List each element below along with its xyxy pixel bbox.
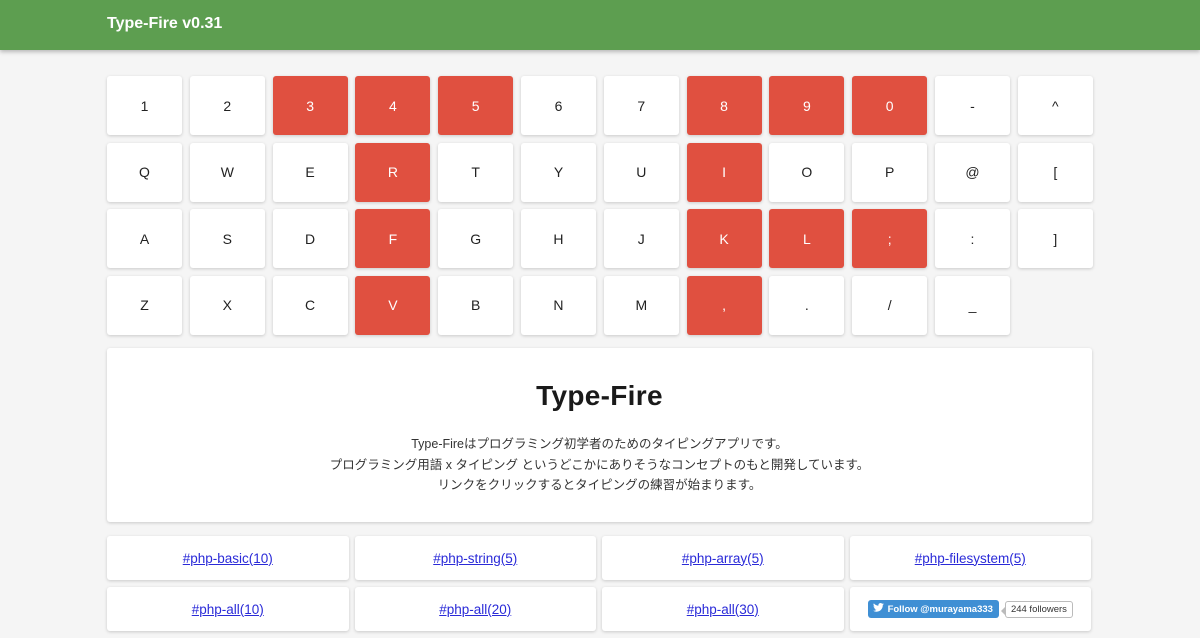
key-3-1[interactable]: X (189, 275, 265, 335)
keyboard: 1 2 3 4 5 6 7 8 9 0- ^ Q W E R T Y U I O P @[ A S D F G H J K L;:] Z X C V… (107, 76, 1101, 342)
twitter-follow-label: Follow @murayama333 (887, 603, 993, 615)
key-3-5[interactable]: N (520, 275, 596, 335)
key-2-5[interactable]: H (520, 209, 596, 268)
key-1-7[interactable]: I (686, 142, 762, 202)
link-row: #php-basic(10) #php-string(5) #php-array… (107, 536, 1097, 580)
twitter-bird-icon (872, 603, 884, 615)
intro-card: Type-Fire Type-Fireはプログラミング初学者のためのタイピングア… (107, 348, 1092, 522)
course-links: #php-basic(10) #php-string(5) #php-array… (107, 536, 1097, 638)
twitter-follower-count[interactable]: 244 followers (1000, 600, 1073, 618)
link-card: #php-basic(10) (107, 536, 349, 580)
keyboard-row: Z X C V B N M,. / _ (107, 275, 1101, 335)
twitter-card: Follow @murayama333 244 followers (849, 587, 1091, 631)
key-0-0[interactable]: 1 (107, 76, 182, 135)
key-1-9[interactable]: P (852, 142, 928, 202)
course-link-php-string[interactable]: #php-string(5) (433, 551, 517, 566)
key-2-6[interactable]: J (603, 209, 679, 268)
keyboard-row: Q W E R T Y U I O P @[ (107, 142, 1101, 202)
key-3-8[interactable]: . (769, 275, 845, 335)
key-0-4[interactable]: 5 (438, 76, 514, 135)
key-3-7[interactable]: , (686, 275, 762, 335)
key-0-6[interactable]: 7 (603, 76, 679, 135)
key-1-2[interactable]: E (272, 142, 348, 202)
intro-line: リンクをクリックするとタイピングの練習が始まります。 (437, 478, 762, 492)
link-card: #php-array(5) (602, 536, 844, 580)
twitter-follow-button[interactable]: Follow @murayama333 (867, 600, 999, 618)
key-0-9[interactable]: 0 (852, 76, 928, 135)
key-1-6[interactable]: U (603, 142, 679, 202)
course-link-php-all-30[interactable]: #php-all(30) (687, 602, 759, 617)
key-0-2[interactable]: 3 (272, 76, 348, 135)
keyboard-row: A S D F G H J K L;:] (107, 209, 1101, 268)
key-2-11[interactable]: ] (1017, 209, 1093, 268)
key-1-0[interactable]: Q (107, 142, 182, 202)
link-card: #php-filesystem(5) (849, 536, 1091, 580)
twitter-follow-widget: Follow @murayama333 244 followers (867, 600, 1073, 618)
link-card: #php-string(5) (354, 536, 596, 580)
key-3-3[interactable]: V (355, 275, 431, 335)
intro-title: Type-Fire (536, 380, 663, 411)
link-card: #php-all(10) (107, 587, 349, 631)
key-1-4[interactable]: T (438, 142, 514, 202)
key-2-1[interactable]: S (189, 209, 265, 268)
link-row: #php-all(10) #php-all(20) #php-all(30) F… (107, 587, 1097, 631)
key-1-1[interactable]: W (189, 142, 265, 202)
key-0-8[interactable]: 9 (769, 76, 845, 135)
intro-line: Type-Fireはプログラミング初学者のためのタイピングアプリです。 (411, 437, 788, 451)
key-1-3[interactable]: R (355, 142, 431, 202)
key-1-10[interactable]: @ (934, 142, 1010, 202)
key-1-11[interactable]: [ (1017, 142, 1093, 202)
app-title[interactable]: Type-Fire v0.31 (107, 15, 222, 33)
key-0-1[interactable]: 2 (189, 76, 265, 135)
key-2-9[interactable]: ; (852, 209, 928, 268)
key-3-6[interactable]: M (603, 275, 679, 335)
intro-line: プログラミング用語 x タイピング というどこかにありそうなコンセプトのもと開発… (329, 457, 870, 472)
key-1-8[interactable]: O (769, 142, 845, 202)
link-card: #php-all(30) (602, 587, 844, 631)
key-2-8[interactable]: L (769, 209, 845, 268)
key-2-10[interactable]: : (934, 209, 1010, 268)
course-link-php-all-20[interactable]: #php-all(20) (439, 602, 511, 617)
link-card: #php-all(20) (354, 587, 596, 631)
key-2-7[interactable]: K (686, 209, 762, 268)
course-link-php-all-10[interactable]: #php-all(10) (192, 602, 264, 617)
key-2-3[interactable]: F (355, 209, 431, 268)
intro-description: Type-Fireはプログラミング初学者のためのタイピングアプリです。 プログラ… (107, 434, 1092, 496)
key-3-2[interactable]: C (272, 275, 348, 335)
key-0-10[interactable]: - (934, 76, 1010, 135)
key-2-4[interactable]: G (438, 209, 514, 268)
key-3-4[interactable]: B (438, 275, 514, 335)
key-3-0[interactable]: Z (107, 275, 182, 335)
course-link-php-filesystem[interactable]: #php-filesystem(5) (915, 551, 1026, 566)
course-link-php-array[interactable]: #php-array(5) (682, 551, 764, 566)
key-2-0[interactable]: A (107, 209, 182, 268)
key-0-3[interactable]: 4 (355, 76, 431, 135)
course-link-php-basic[interactable]: #php-basic(10) (183, 551, 273, 566)
key-0-11[interactable]: ^ (1017, 76, 1093, 135)
key-0-7[interactable]: 8 (686, 76, 762, 135)
top-app-bar: Type-Fire v0.31 (0, 0, 1200, 50)
keyboard-row: 1 2 3 4 5 6 7 8 9 0- ^ (107, 76, 1101, 135)
key-1-5[interactable]: Y (520, 142, 596, 202)
key-2-2[interactable]: D (272, 209, 348, 268)
key-0-5[interactable]: 6 (520, 76, 596, 135)
key-3-10[interactable]: _ (934, 275, 1010, 335)
key-3-9[interactable]: / (852, 275, 928, 335)
